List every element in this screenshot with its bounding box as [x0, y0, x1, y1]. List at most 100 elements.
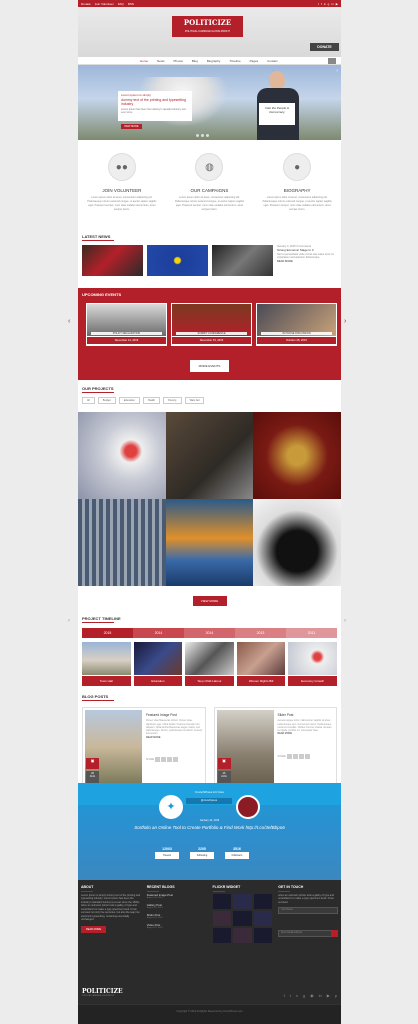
recent-blog-item[interactable]: Gallery Post August 28, 2014: [147, 903, 207, 911]
facebook-icon[interactable]: f: [321, 2, 322, 6]
nav-contact[interactable]: Contact: [267, 59, 277, 63]
timeline-year[interactable]: 2014: [133, 628, 184, 638]
blog-image[interactable]: ▣ 26 AUG: [216, 710, 274, 784]
post-read-more[interactable]: READ MORE: [278, 732, 292, 735]
flickr-thumb[interactable]: [253, 910, 273, 926]
person-icon[interactable]: ●: [283, 153, 312, 181]
news-read-more[interactable]: READ MORE: [277, 260, 293, 263]
flickr-thumb[interactable]: [212, 893, 232, 909]
events-next-icon[interactable]: ›: [344, 318, 346, 325]
flickr-thumb[interactable]: [253, 927, 273, 943]
recent-blog-item[interactable]: Slider Post August 26, 2014: [147, 913, 207, 921]
flickr-thumb[interactable]: [233, 893, 252, 909]
timeline-item[interactable]: Education: [133, 642, 183, 686]
share-icon[interactable]: [286, 753, 292, 759]
donate-link[interactable]: Donate: [81, 2, 91, 6]
flickr-thumb[interactable]: [212, 910, 232, 926]
post-title[interactable]: Slider Post: [278, 713, 335, 717]
share-icon[interactable]: [298, 753, 304, 759]
timeline-year[interactable]: 2015: [82, 628, 133, 638]
nav-pages[interactable]: Pages: [250, 59, 259, 63]
nav-home[interactable]: Home: [140, 59, 148, 63]
recent-blog-item[interactable]: Featured Image Post August 28, 2014: [147, 893, 207, 901]
filter-all[interactable]: All: [82, 397, 95, 404]
project-image[interactable]: [165, 412, 254, 499]
rss-link[interactable]: RSS: [128, 2, 134, 6]
twitter-avatar[interactable]: [236, 795, 260, 819]
hero-view-more-button[interactable]: VIEW MORE: [121, 124, 142, 129]
stat-followers[interactable]: 3516 Followers: [225, 847, 249, 859]
faq-link[interactable]: FAQ: [118, 2, 124, 6]
nav-timeline[interactable]: Timeline: [229, 59, 240, 63]
twitter-icon[interactable]: t: [290, 993, 291, 998]
flickr-thumb[interactable]: [212, 927, 232, 943]
flickr-icon[interactable]: ●: [324, 2, 326, 6]
footer-logo[interactable]: POLITICIZE POLITICAL CAMPAIGN & NON-PROFI…: [82, 988, 123, 997]
filter-poverty[interactable]: Poverty: [163, 397, 182, 404]
nav-biography[interactable]: Biography: [207, 59, 221, 63]
about-read-more[interactable]: READ MORE: [81, 925, 107, 933]
event-card[interactable]: IN HOUSE DISCUSSION October 28, 2015: [256, 303, 337, 346]
submit-button[interactable]: [331, 930, 338, 937]
googleplus-icon[interactable]: g: [328, 2, 330, 6]
twitter-handle[interactable]: @crunchpress: [186, 798, 232, 804]
share-icon[interactable]: [292, 753, 298, 759]
timeline-prev-icon[interactable]: ‹: [68, 618, 70, 624]
projects-view-more-button[interactable]: VIEW MORE: [192, 596, 227, 606]
blog-image[interactable]: ▣ 28 AUG: [85, 710, 142, 784]
share-icon[interactable]: [161, 757, 167, 763]
users-icon[interactable]: ●●: [107, 153, 136, 181]
events-prev-icon[interactable]: ‹: [68, 318, 70, 325]
youtube-icon[interactable]: ▶: [336, 2, 338, 6]
tweet-text[interactable]: Sortfolio an Online Tool to Create Portf…: [78, 825, 341, 830]
site-logo[interactable]: POLITICIZE POLITICAL CAMPAIGN & NON-PROF…: [172, 16, 243, 37]
project-image[interactable]: [253, 499, 341, 586]
event-card[interactable]: SUMMIT CONFERENCE November 15, 2015: [171, 303, 252, 346]
flickr-thumb[interactable]: [233, 910, 252, 926]
news-image[interactable]: [212, 245, 273, 276]
timeline-item[interactable]: Economy Growth: [288, 642, 337, 686]
filter-health[interactable]: Health: [142, 397, 161, 404]
nav-photos[interactable]: Photos: [174, 59, 183, 63]
share-icon[interactable]: [155, 757, 161, 763]
youtube-icon[interactable]: ▶: [327, 993, 330, 998]
filter-budget[interactable]: Budget: [97, 397, 116, 404]
nav-blog[interactable]: Blog: [192, 59, 198, 63]
linkedin-icon[interactable]: in: [319, 993, 322, 998]
filter-wars-aid[interactable]: Wars Aid: [184, 397, 205, 404]
rss-icon[interactable]: ◉: [310, 993, 314, 998]
timeline-next-icon[interactable]: ›: [344, 618, 346, 624]
recent-blog-item[interactable]: Video Post August 25, 2014: [147, 923, 207, 931]
more-events-button[interactable]: MORE EVENTS: [190, 360, 229, 372]
name-field[interactable]: Your Name: [278, 907, 338, 914]
slider-next-icon[interactable]: ›: [336, 68, 338, 74]
timeline-item[interactable]: Women Rights Bill: [236, 642, 286, 686]
pinterest-icon[interactable]: p: [335, 993, 337, 998]
stat-tweets[interactable]: 12003 Tweets: [155, 847, 179, 859]
feature-title[interactable]: BIOGRAPHY: [261, 188, 333, 193]
project-image[interactable]: [78, 499, 166, 586]
project-image[interactable]: [165, 499, 254, 586]
post-title[interactable]: Featured Image Post: [146, 713, 203, 717]
linkedin-icon[interactable]: in: [331, 2, 333, 6]
timeline-item[interactable]: Stop Child Labour: [185, 642, 234, 686]
flickr-thumb[interactable]: [233, 927, 252, 943]
googleplus-icon[interactable]: g: [303, 993, 305, 998]
twitter-icon[interactable]: t: [318, 2, 319, 6]
search-icon[interactable]: [328, 58, 336, 64]
nav-news[interactable]: News: [157, 59, 165, 63]
filter-education[interactable]: Education: [118, 397, 140, 404]
globe-icon[interactable]: ◍: [195, 153, 224, 181]
project-image[interactable]: [78, 412, 166, 499]
donate-button[interactable]: DONATE: [310, 43, 339, 51]
feature-title[interactable]: OUR CAMPAIGNS: [173, 188, 245, 193]
project-image[interactable]: [253, 412, 341, 499]
slider-dots[interactable]: [196, 134, 209, 137]
flickr-thumb[interactable]: [253, 893, 273, 909]
share-icon[interactable]: [173, 757, 179, 763]
news-image[interactable]: [82, 245, 143, 276]
share-icon[interactable]: [167, 757, 173, 763]
timeline-item[interactable]: Town Hall: [82, 642, 131, 686]
twitter-bird-icon[interactable]: ✦: [159, 795, 183, 819]
timeline-year[interactable]: 2013: [235, 628, 286, 638]
